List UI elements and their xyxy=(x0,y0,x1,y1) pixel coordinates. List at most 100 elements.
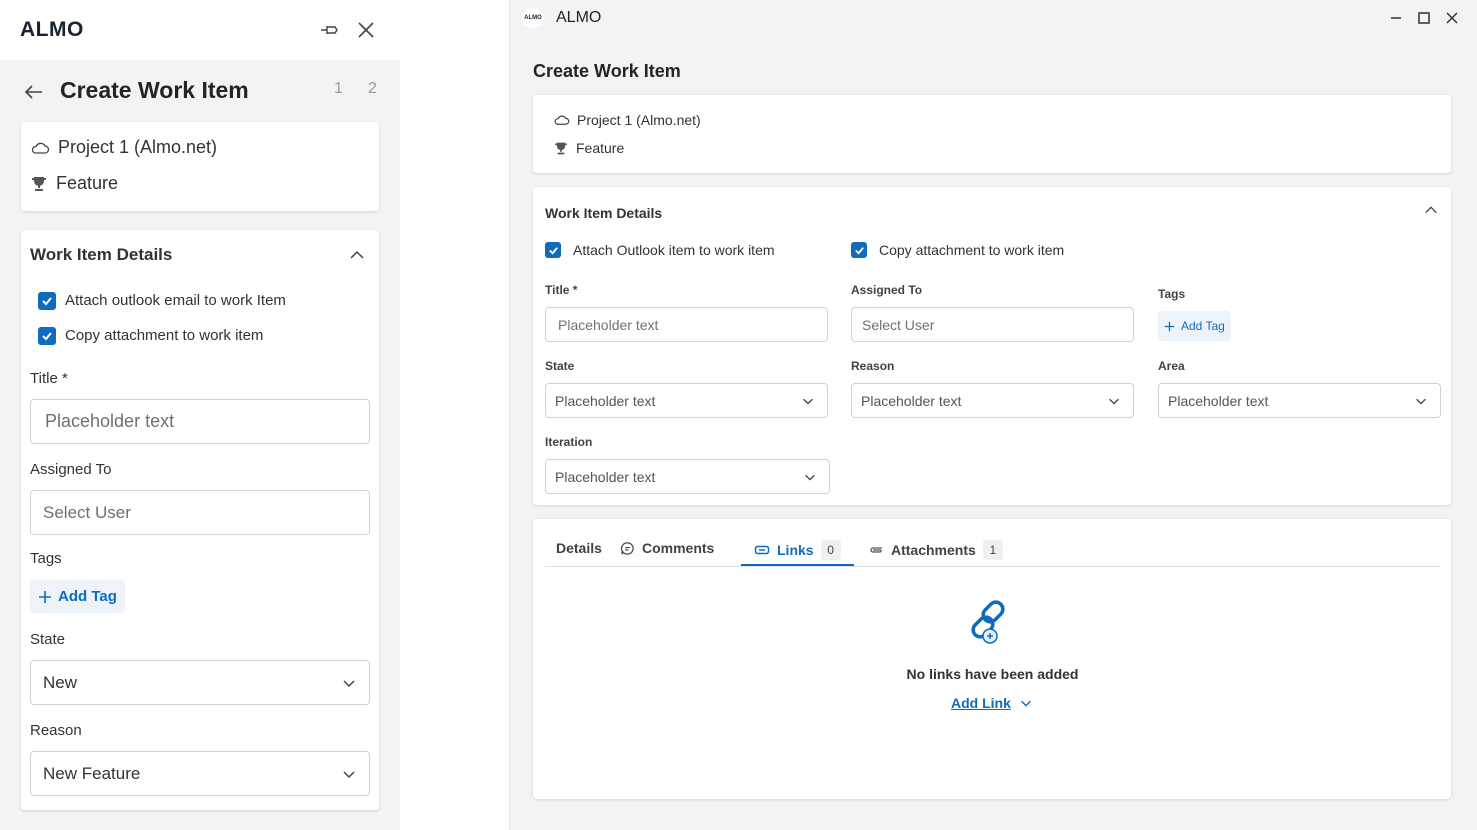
reason-select[interactable]: New Feature xyxy=(30,751,370,796)
state-value: Placeholder text xyxy=(555,392,656,409)
tab-details-label: Details xyxy=(556,540,602,556)
maximize-icon[interactable] xyxy=(1416,10,1432,26)
attachments-count-badge: 1 xyxy=(982,540,1003,560)
project-name: Project 1 (Almo.net) xyxy=(58,137,218,157)
iteration-select[interactable]: Placeholder text xyxy=(545,459,830,494)
copy-checkbox-label: Copy attachment to work item xyxy=(65,327,264,344)
tab-details[interactable]: Details xyxy=(556,540,602,556)
area-select[interactable]: Placeholder text xyxy=(1158,383,1441,418)
chevron-up-icon[interactable] xyxy=(1423,202,1439,218)
chevron-up-icon[interactable] xyxy=(348,246,366,264)
tab-divider xyxy=(545,566,1440,567)
app-logo: ALMO xyxy=(522,8,544,28)
step-1[interactable]: 1 xyxy=(334,80,343,98)
reason-select[interactable]: Placeholder text xyxy=(851,383,1134,418)
iteration-label: Iteration xyxy=(545,435,593,449)
step-2[interactable]: 2 xyxy=(368,80,377,98)
link-add-icon xyxy=(971,600,1005,644)
back-arrow-icon[interactable] xyxy=(22,80,46,104)
state-select[interactable]: New xyxy=(30,660,370,705)
project-card xyxy=(533,95,1451,173)
chevron-down-icon xyxy=(343,770,355,778)
section-title: Work Item Details xyxy=(545,205,663,221)
cloud-icon xyxy=(31,142,50,154)
project-row: Project 1 (Almo.net) xyxy=(553,112,701,128)
state-select[interactable]: Placeholder text xyxy=(545,383,828,418)
page-title: Create Work Item xyxy=(60,77,249,103)
tab-links[interactable]: Links 0 xyxy=(754,540,841,560)
tab-comments-label: Comments xyxy=(642,540,715,556)
tags-label: Tags xyxy=(1158,287,1186,301)
close-window-icon[interactable] xyxy=(1444,10,1460,26)
add-tag-label: Add Tag xyxy=(1181,319,1225,333)
work-item-type: Feature xyxy=(56,173,119,193)
project-card xyxy=(21,122,379,211)
assigned-label: Assigned To xyxy=(30,461,112,478)
assigned-input[interactable]: Select User xyxy=(851,307,1134,342)
attach-checkbox[interactable] xyxy=(38,292,56,310)
close-icon[interactable] xyxy=(354,18,378,42)
tab-links-label: Links xyxy=(777,542,814,558)
left-panel: ALMO Create Work Item 1 2 Project 1 (Alm… xyxy=(0,0,400,830)
title-label: Title * xyxy=(545,283,578,297)
reason-value: Placeholder text xyxy=(861,392,962,409)
chevron-down-icon xyxy=(1416,398,1426,405)
chevron-down-icon xyxy=(1021,700,1031,707)
title-input[interactable]: Placeholder text xyxy=(545,307,828,342)
add-tag-button[interactable]: Add Tag xyxy=(1158,311,1231,341)
minimize-icon[interactable] xyxy=(1388,10,1404,26)
page-title: Create Work Item xyxy=(533,61,681,81)
project-name: Project 1 (Almo.net) xyxy=(577,112,701,128)
attach-checkbox-label: Attach outlook email to work Item xyxy=(65,292,286,309)
title-input[interactable]: Placeholder text xyxy=(30,399,370,444)
state-label: State xyxy=(545,359,575,373)
reason-value: New Feature xyxy=(43,763,141,783)
chevron-down-icon xyxy=(343,679,355,687)
assigned-input[interactable]: Select User xyxy=(30,490,370,535)
copy-checkbox[interactable] xyxy=(38,327,56,345)
type-row: Feature xyxy=(30,173,118,194)
add-link-button[interactable]: Add Link xyxy=(951,695,1033,711)
pin-icon[interactable] xyxy=(318,18,342,42)
section-title: Work Item Details xyxy=(30,245,173,264)
reason-label: Reason xyxy=(851,359,895,373)
app-name: ALMO xyxy=(556,9,602,26)
add-tag-button[interactable]: Add Tag xyxy=(30,580,125,613)
cloud-icon xyxy=(554,115,570,125)
type-row: Feature xyxy=(553,140,624,156)
plus-icon xyxy=(39,590,51,603)
tags-label: Tags xyxy=(30,550,62,567)
paperclip-icon xyxy=(870,547,882,553)
state-value: New xyxy=(43,672,78,692)
link-icon xyxy=(754,545,770,555)
right-panel: ALMO ALMO Create Work Item Project 1 (Al… xyxy=(509,0,1477,830)
links-count-badge: 0 xyxy=(820,540,841,560)
project-row: Project 1 (Almo.net) xyxy=(30,137,217,158)
copy-checkbox-label: Copy attachment to work item xyxy=(879,242,1065,258)
left-header: ALMO xyxy=(0,0,400,60)
copy-checkbox[interactable] xyxy=(851,242,867,258)
attach-checkbox[interactable] xyxy=(545,242,561,258)
chevron-down-icon xyxy=(803,398,813,405)
chevron-down-icon xyxy=(805,474,815,481)
chevron-down-icon xyxy=(1109,398,1119,405)
trophy-icon xyxy=(555,142,567,154)
assigned-label: Assigned To xyxy=(851,283,923,297)
plus-icon xyxy=(1164,321,1175,331)
add-link-label: Add Link xyxy=(951,695,1011,711)
add-tag-label: Add Tag xyxy=(58,588,117,605)
area-value: Placeholder text xyxy=(1168,392,1269,409)
area-label: Area xyxy=(1158,359,1185,373)
tabs-card xyxy=(533,519,1451,799)
comment-icon xyxy=(620,541,634,555)
work-item-type: Feature xyxy=(576,140,625,156)
tab-comments[interactable]: Comments xyxy=(620,540,714,556)
title-bar: ALMO ALMO xyxy=(510,0,1477,36)
state-label: State xyxy=(30,631,66,648)
title-label: Title * xyxy=(30,370,68,387)
reason-label: Reason xyxy=(30,722,82,739)
details-card xyxy=(533,187,1451,505)
attach-checkbox-label: Attach Outlook item to work item xyxy=(573,242,775,258)
empty-state-message: No links have been added xyxy=(906,666,1079,682)
tab-attachments[interactable]: Attachments 1 xyxy=(868,540,1003,560)
